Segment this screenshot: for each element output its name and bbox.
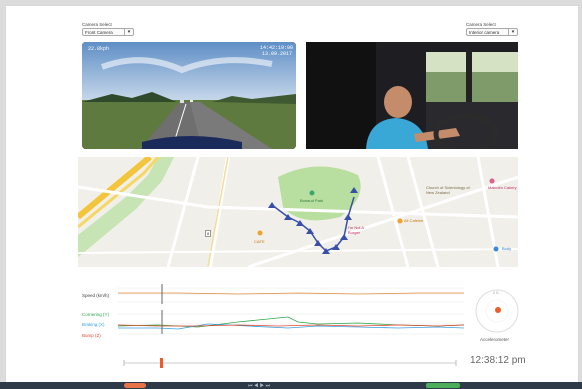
front-road-scene [82,42,296,149]
camera-select-front-value: Front Camera [85,30,113,35]
map-label-cafe: All Cafeine [404,218,424,223]
map-canvas [78,157,518,267]
route-map[interactable]: Bonaud Park Church of Scientology of New… [78,157,518,267]
front-camera-video[interactable]: 22.8kph 14:42:19:00 13.09.2017 [82,42,296,149]
camera-select-front[interactable]: Front Camera ▾ [82,28,134,36]
map-label-left: CAFE [254,239,265,244]
speed-label: Speed (km/h) [82,293,110,298]
bump-label: Bump (Z) [82,333,101,338]
map-label-church: Church of Scientology of New Zealand [426,185,470,195]
timeline-time: 12:38:12 pm [470,355,526,366]
map-label-mid: I'm Not A Burger [348,225,364,235]
chevron-down-icon: ▾ [508,29,517,35]
timeline-track[interactable] [120,358,460,368]
dial-top: 0 G [493,291,499,295]
chevron-down-icon: ▾ [124,29,133,35]
brand-logo [124,383,146,388]
hud-date: 13.09.2017 [262,51,293,57]
interior-camera-video[interactable] [306,42,518,149]
hud-speed: 22.8kph [88,46,110,52]
map-label-right: Malcolm Cakery [488,185,517,190]
playback-controls-icon[interactable]: ⏮ ◀ ▶ ⏭ [248,383,270,389]
map-label-body: Body [502,246,512,251]
timeline-handle[interactable] [160,358,163,368]
camera-select-interior-value: Interior camera [469,30,500,35]
camera-select-interior[interactable]: Interior camera ▾ [466,28,518,36]
route-shield: 8 [205,230,212,237]
braking-label: Braking (X) [82,322,105,327]
map-label-park-name: Bonaud Park [300,198,324,203]
accelerometer-label: Accelerometer [480,337,510,342]
footer-bar: ⏮ ◀ ▶ ⏭ [0,382,582,389]
interior-cab-scene [306,42,518,149]
cornering-label: Cornering (Y) [82,312,110,317]
action-button[interactable] [426,383,460,388]
telemetry-charts [118,284,464,335]
